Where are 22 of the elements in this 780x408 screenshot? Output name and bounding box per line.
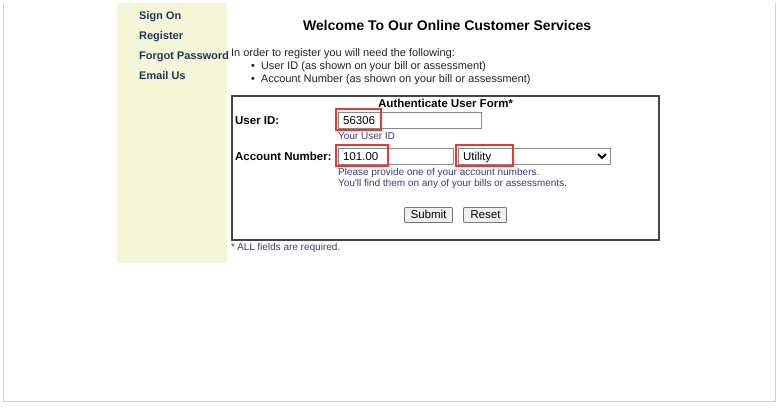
field-hint: Your User ID (338, 131, 396, 142)
input-field[interactable]: 56306 (338, 112, 482, 129)
required-note: * ALL fields are required. (231, 242, 342, 253)
sidebar-link[interactable]: Forgot Password (139, 49, 227, 63)
intro-text: In order to register you will need the following: (231, 47, 456, 60)
input-field[interactable]: 101.00 (338, 148, 454, 165)
page-heading: Welcome To Our Online Customer Services (302, 17, 592, 33)
field-label: Account Number: (235, 150, 332, 163)
requirement-item: Account Number (as shown on your bill or assessment) (260, 73, 530, 86)
sidebar-link[interactable]: Email Us (139, 69, 227, 83)
sidebar-link[interactable]: Sign On (139, 9, 227, 23)
requirement-item: User ID (as shown on your bill or assessment) (260, 60, 486, 73)
reset-button[interactable]: Reset (463, 207, 508, 223)
sidebar-link[interactable]: Register (139, 29, 227, 43)
field-hint: Please provide one of your account numbers. (338, 167, 540, 178)
form-title: Authenticate User Form* (377, 98, 514, 110)
field-hint: You'll find them on any of your bills or assessments. (338, 178, 568, 189)
submit-button[interactable]: Submit (404, 207, 454, 223)
field-label: User ID: (235, 114, 280, 127)
bullet-mark: • (251, 60, 255, 73)
type-dropdown[interactable]: Utility (458, 148, 611, 165)
bullet-mark: • (251, 73, 255, 86)
